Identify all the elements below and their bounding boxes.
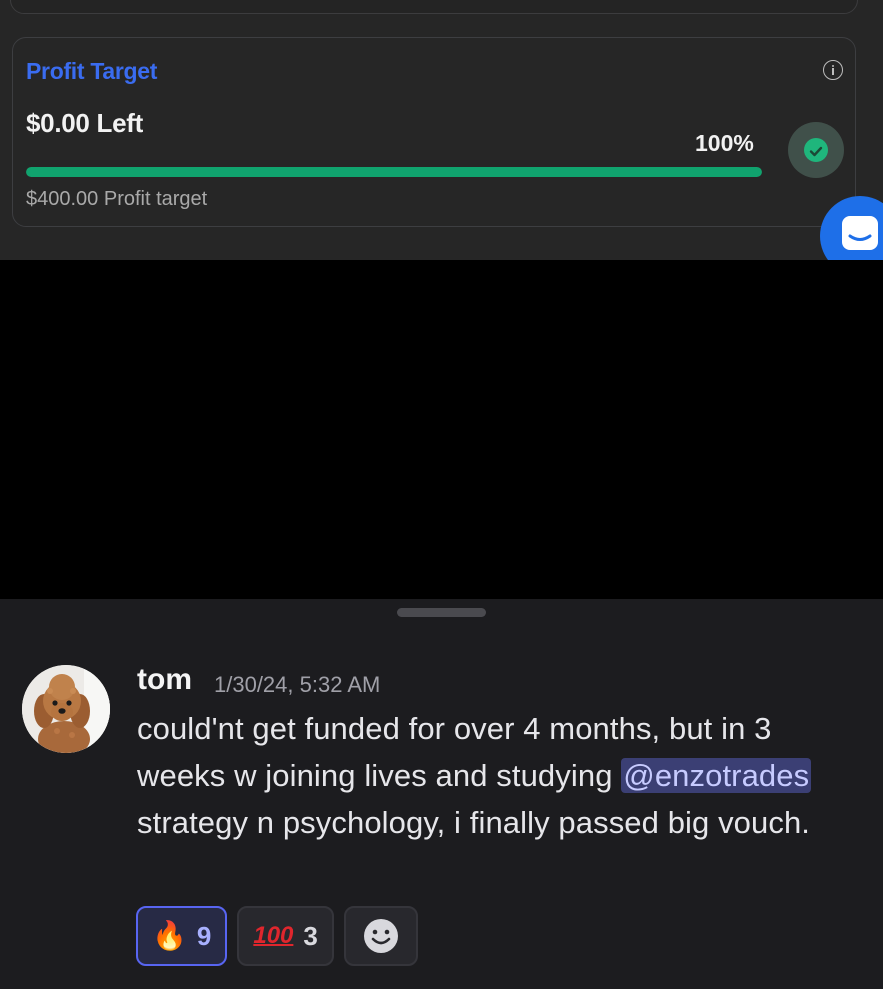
check-circle-icon: [788, 122, 844, 178]
message-timestamp: 1/30/24, 5:32 AM: [214, 672, 381, 697]
reaction-hundred[interactable]: 100 3: [237, 906, 334, 966]
previous-card-edge: [10, 0, 858, 14]
amount-left: $0.00 Left: [26, 108, 143, 138]
drag-handle[interactable]: [397, 608, 486, 617]
card-title: Profit Target: [26, 58, 158, 84]
message-author[interactable]: tom: [137, 663, 192, 697]
profit-target-card: Profit Target $0.00 Left 100% $400.00 Pr…: [12, 37, 856, 227]
progress-bar: [26, 167, 762, 177]
reaction-bar: 🔥 9 100 3: [136, 906, 418, 966]
reaction-count: 9: [196, 920, 212, 951]
reaction-fire[interactable]: 🔥 9: [136, 906, 228, 966]
info-icon[interactable]: [823, 60, 843, 80]
progress-fill: [26, 167, 762, 177]
progress-percent: 100%: [695, 130, 754, 156]
message-text: could'nt get funded for over 4 months, b…: [137, 705, 837, 846]
user-mention[interactable]: @enzotrades: [621, 758, 812, 793]
reaction-count: 3: [303, 920, 318, 951]
add-reaction-smiley-icon: [363, 919, 398, 953]
page: Profit Target $0.00 Left 100% $400.00 Pr…: [0, 0, 883, 989]
avatar[interactable]: [22, 665, 110, 753]
hundred-points-emoji-icon: 100: [253, 922, 294, 949]
embedded-dashboard-screenshot: Profit Target $0.00 Left 100% $400.00 Pr…: [0, 0, 883, 260]
profit-target-amount: $400.00 Profit target: [26, 188, 208, 210]
message-sheet: tom 1/30/24, 5:32 AM could'nt get funded…: [0, 599, 883, 989]
fire-emoji-icon: 🔥: [152, 920, 187, 951]
add-reaction-button[interactable]: [343, 906, 418, 966]
message-text-part: strategy n psychology, i finally passed …: [137, 805, 811, 840]
poodle-avatar: [22, 665, 110, 753]
